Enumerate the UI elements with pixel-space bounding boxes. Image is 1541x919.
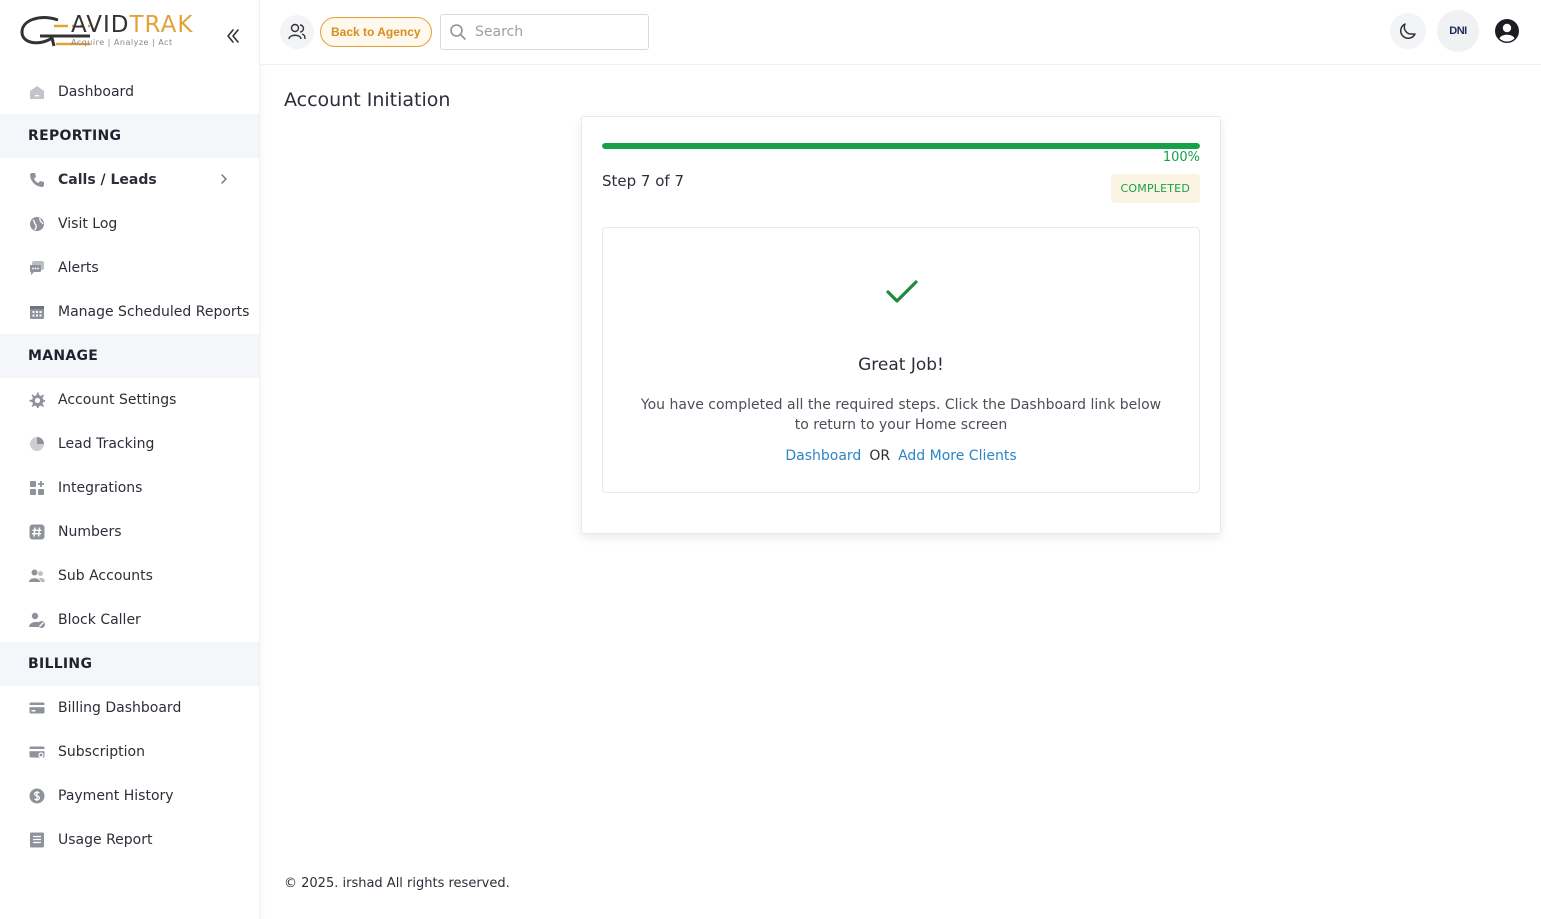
sidebar-section-reporting: REPORTING	[0, 114, 259, 158]
sidebar-item-account-settings[interactable]: Account Settings	[0, 378, 259, 422]
logo-row: AVIDTRAK Acquire | Analyze | Act	[0, 0, 259, 70]
chevron-right-icon[interactable]	[217, 172, 231, 186]
sidebar-item-calls-leads[interactable]: Calls / Leads	[0, 158, 259, 202]
sidebar-item-label: Manage Scheduled Reports	[58, 304, 250, 320]
sidebar-item-sub-accounts[interactable]: Sub Accounts	[0, 554, 259, 598]
dashboard-link[interactable]: Dashboard	[785, 448, 861, 464]
page-title: Account Initiation	[284, 89, 451, 111]
sidebar-item-label: Block Caller	[58, 612, 141, 628]
home-icon	[28, 83, 46, 101]
sidebar-section-manage: MANAGE	[0, 334, 259, 378]
dni-button[interactable]: DNI	[1437, 10, 1479, 52]
sidebar-item-integrations[interactable]: Integrations	[0, 466, 259, 510]
step-label: Step 7 of 7	[602, 172, 685, 190]
hash-icon	[28, 523, 46, 541]
sidebar-nav: Dashboard REPORTING Calls / Leads Visit Log…	[0, 70, 259, 862]
user-menu-button[interactable]	[1489, 13, 1525, 49]
sidebar-item-label: Usage Report	[58, 832, 153, 848]
brand-tagline: Acquire | Analyze | Act	[71, 38, 173, 47]
sidebar-item-label: Numbers	[58, 524, 122, 540]
sidebar-item-label: Subscription	[58, 744, 145, 760]
globe-icon	[28, 215, 46, 233]
sidebar-item-label: Alerts	[58, 260, 99, 276]
sidebar-item-payment-history[interactable]: Payment History	[0, 774, 259, 818]
dark-mode-toggle[interactable]	[1390, 13, 1426, 49]
sidebar-item-billing-dashboard[interactable]: Billing Dashboard	[0, 686, 259, 730]
sidebar-item-alerts[interactable]: Alerts	[0, 246, 259, 290]
sidebar-item-label: Visit Log	[58, 216, 118, 232]
dni-label: DNI	[1449, 25, 1467, 37]
progress-bar	[602, 143, 1200, 149]
user-block-icon	[28, 611, 46, 629]
sidebar-item-label: Account Settings	[58, 392, 177, 408]
phone-icon	[28, 171, 46, 189]
sidebar-item-label: Integrations	[58, 480, 143, 496]
chat-icon	[28, 259, 46, 277]
switch-account-button[interactable]	[280, 15, 314, 49]
or-text: OR	[869, 448, 891, 464]
users-icon	[28, 567, 46, 585]
sidebar-item-label: Billing Dashboard	[58, 700, 182, 716]
onboarding-card: 100% Step 7 of 7 COMPLETED Great Job! Yo…	[581, 116, 1221, 534]
dollar-icon	[28, 787, 46, 805]
completion-message: You have completed all the required step…	[640, 397, 1162, 433]
search-input[interactable]	[475, 24, 635, 40]
back-to-agency-button[interactable]: Back to Agency	[320, 17, 432, 47]
pie-icon	[28, 435, 46, 453]
progress-fill	[602, 143, 1200, 149]
gear-icon	[28, 391, 46, 409]
sidebar-item-subscription[interactable]: Subscription	[0, 730, 259, 774]
sidebar-item-lead-tracking[interactable]: Lead Tracking	[0, 422, 259, 466]
sidebar-item-dashboard[interactable]: Dashboard	[0, 70, 259, 114]
search-box[interactable]	[440, 14, 649, 50]
calendar-icon	[28, 303, 46, 321]
add-more-clients-link[interactable]: Add More Clients	[898, 448, 1017, 464]
card-icon	[28, 699, 46, 717]
status-badge: COMPLETED	[1110, 174, 1200, 203]
footer-copyright: © 2025. irshad All rights reserved.	[284, 876, 510, 891]
completion-links: Dashboard OR Add More Clients	[603, 448, 1199, 464]
list-icon	[28, 831, 46, 849]
moon-icon	[1399, 23, 1416, 40]
sidebar-item-numbers[interactable]: Numbers	[0, 510, 259, 554]
sidebar-item-label: Payment History	[58, 788, 174, 804]
sidebar-item-block-caller[interactable]: Block Caller	[0, 598, 259, 642]
completion-panel: Great Job! You have completed all the re…	[602, 227, 1200, 493]
brand-name: AVIDTRAK	[71, 12, 194, 38]
people-icon	[288, 23, 306, 40]
sidebar-item-visit-log[interactable]: Visit Log	[0, 202, 259, 246]
sidebar-item-manage-scheduled-reports[interactable]: Manage Scheduled Reports	[0, 290, 259, 334]
card-refresh-icon	[28, 743, 46, 761]
sidebar-item-label: Sub Accounts	[58, 568, 153, 584]
sidebar-item-usage-report[interactable]: Usage Report	[0, 818, 259, 862]
top-header: Back to Agency DNI	[260, 0, 1541, 65]
user-circle-icon	[1495, 19, 1519, 43]
sidebar-item-label: Dashboard	[58, 84, 134, 100]
sidebar-item-label: Calls / Leads	[58, 172, 157, 188]
checkmark-icon	[886, 280, 918, 303]
grid-plus-icon	[28, 479, 46, 497]
sidebar-section-billing: BILLING	[0, 642, 259, 686]
collapse-sidebar-icon[interactable]	[224, 26, 242, 46]
completion-heading: Great Job!	[858, 355, 944, 375]
sidebar: AVIDTRAK Acquire | Analyze | Act Dashboa…	[0, 0, 260, 919]
sidebar-item-label: Lead Tracking	[58, 436, 155, 452]
search-icon	[450, 24, 466, 40]
progress-percent: 100%	[1162, 150, 1200, 165]
